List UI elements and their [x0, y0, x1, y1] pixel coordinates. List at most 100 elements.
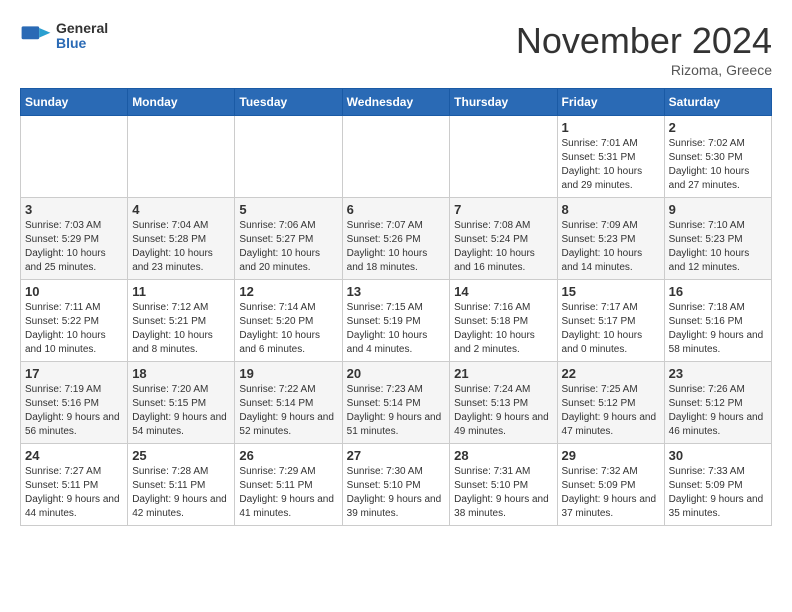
calendar-week-row: 3 Sunrise: 7:03 AM Sunset: 5:29 PM Daylig…: [21, 198, 772, 280]
logo-text: General Blue: [56, 21, 108, 52]
day-info: Sunrise: 7:26 AM Sunset: 5:12 PM Dayligh…: [669, 383, 767, 439]
weekday-header: Tuesday: [235, 89, 342, 116]
day-number: 19: [239, 366, 337, 381]
calendar-cell: 8 Sunrise: 7:09 AM Sunset: 5:23 PM Daylig…: [557, 198, 664, 280]
weekday-header: Thursday: [450, 89, 557, 116]
day-info: Sunrise: 7:06 AM Sunset: 5:27 PM Dayligh…: [239, 219, 337, 275]
day-number: 14: [454, 284, 552, 299]
logo-blue: Blue: [56, 36, 108, 51]
day-number: 22: [562, 366, 660, 381]
calendar-cell: 16 Sunrise: 7:18 AM Sunset: 5:16 PM Dayli…: [664, 280, 771, 362]
month-title: November 2024: [516, 20, 772, 62]
calendar-week-row: 17 Sunrise: 7:19 AM Sunset: 5:16 PM Dayli…: [21, 362, 772, 444]
day-info: Sunrise: 7:12 AM Sunset: 5:21 PM Dayligh…: [132, 301, 230, 357]
calendar-cell: 14 Sunrise: 7:16 AM Sunset: 5:18 PM Dayli…: [450, 280, 557, 362]
weekday-header: Sunday: [21, 89, 128, 116]
calendar-cell: [21, 116, 128, 198]
calendar-cell: 22 Sunrise: 7:25 AM Sunset: 5:12 PM Dayli…: [557, 362, 664, 444]
weekday-header: Friday: [557, 89, 664, 116]
calendar-cell: 20 Sunrise: 7:23 AM Sunset: 5:14 PM Dayli…: [342, 362, 450, 444]
day-number: 17: [25, 366, 123, 381]
calendar-cell: 23 Sunrise: 7:26 AM Sunset: 5:12 PM Dayli…: [664, 362, 771, 444]
calendar-cell: 6 Sunrise: 7:07 AM Sunset: 5:26 PM Daylig…: [342, 198, 450, 280]
day-info: Sunrise: 7:30 AM Sunset: 5:10 PM Dayligh…: [347, 465, 446, 521]
day-info: Sunrise: 7:14 AM Sunset: 5:20 PM Dayligh…: [239, 301, 337, 357]
day-number: 2: [669, 120, 767, 135]
logo-icon: [20, 20, 52, 52]
calendar-week-row: 10 Sunrise: 7:11 AM Sunset: 5:22 PM Dayli…: [21, 280, 772, 362]
calendar-cell: 13 Sunrise: 7:15 AM Sunset: 5:19 PM Dayli…: [342, 280, 450, 362]
day-info: Sunrise: 7:28 AM Sunset: 5:11 PM Dayligh…: [132, 465, 230, 521]
day-info: Sunrise: 7:27 AM Sunset: 5:11 PM Dayligh…: [25, 465, 123, 521]
calendar-week-row: 1 Sunrise: 7:01 AM Sunset: 5:31 PM Daylig…: [21, 116, 772, 198]
calendar-cell: 3 Sunrise: 7:03 AM Sunset: 5:29 PM Daylig…: [21, 198, 128, 280]
day-number: 3: [25, 202, 123, 217]
day-info: Sunrise: 7:18 AM Sunset: 5:16 PM Dayligh…: [669, 301, 767, 357]
day-number: 10: [25, 284, 123, 299]
day-info: Sunrise: 7:03 AM Sunset: 5:29 PM Dayligh…: [25, 219, 123, 275]
day-number: 18: [132, 366, 230, 381]
day-number: 8: [562, 202, 660, 217]
calendar-cell: 17 Sunrise: 7:19 AM Sunset: 5:16 PM Dayli…: [21, 362, 128, 444]
day-number: 25: [132, 448, 230, 463]
calendar-cell: 26Sunrise: 7:29 AM Sunset: 5:11 PM Dayli…: [235, 444, 342, 526]
day-info: Sunrise: 7:16 AM Sunset: 5:18 PM Dayligh…: [454, 301, 552, 357]
calendar-cell: 28Sunrise: 7:31 AM Sunset: 5:10 PM Dayli…: [450, 444, 557, 526]
day-number: 15: [562, 284, 660, 299]
weekday-header: Monday: [128, 89, 235, 116]
calendar-cell: 1 Sunrise: 7:01 AM Sunset: 5:31 PM Daylig…: [557, 116, 664, 198]
day-info: Sunrise: 7:07 AM Sunset: 5:26 PM Dayligh…: [347, 219, 446, 275]
day-info: Sunrise: 7:25 AM Sunset: 5:12 PM Dayligh…: [562, 383, 660, 439]
calendar-cell: 19 Sunrise: 7:22 AM Sunset: 5:14 PM Dayli…: [235, 362, 342, 444]
day-info: Sunrise: 7:22 AM Sunset: 5:14 PM Dayligh…: [239, 383, 337, 439]
day-info: Sunrise: 7:32 AM Sunset: 5:09 PM Dayligh…: [562, 465, 660, 521]
calendar-cell: 4 Sunrise: 7:04 AM Sunset: 5:28 PM Daylig…: [128, 198, 235, 280]
calendar-cell: 7Sunrise: 7:08 AM Sunset: 5:24 PM Daylig…: [450, 198, 557, 280]
calendar-cell: 21Sunrise: 7:24 AM Sunset: 5:13 PM Dayli…: [450, 362, 557, 444]
calendar-cell: [450, 116, 557, 198]
calendar-cell: 25 Sunrise: 7:28 AM Sunset: 5:11 PM Dayli…: [128, 444, 235, 526]
calendar-cell: 18 Sunrise: 7:20 AM Sunset: 5:15 PM Dayli…: [128, 362, 235, 444]
day-info: Sunrise: 7:24 AM Sunset: 5:13 PM Dayligh…: [454, 383, 552, 439]
calendar-cell: 30 Sunrise: 7:33 AM Sunset: 5:09 PM Dayli…: [664, 444, 771, 526]
calendar-cell: 10 Sunrise: 7:11 AM Sunset: 5:22 PM Dayli…: [21, 280, 128, 362]
location: Rizoma, Greece: [516, 62, 772, 78]
day-info: Sunrise: 7:23 AM Sunset: 5:14 PM Dayligh…: [347, 383, 446, 439]
logo: General Blue: [20, 20, 108, 52]
day-number: 12: [239, 284, 337, 299]
logo-general: General: [56, 21, 108, 36]
day-info: Sunrise: 7:20 AM Sunset: 5:15 PM Dayligh…: [132, 383, 230, 439]
calendar-cell: 12 Sunrise: 7:14 AM Sunset: 5:20 PM Dayli…: [235, 280, 342, 362]
day-info: Sunrise: 7:31 AM Sunset: 5:10 PM Dayligh…: [454, 465, 552, 521]
weekday-header-row: SundayMondayTuesdayWednesdayThursdayFrid…: [21, 89, 772, 116]
day-number: 7: [454, 202, 552, 217]
calendar-cell: 27Sunrise: 7:30 AM Sunset: 5:10 PM Dayli…: [342, 444, 450, 526]
calendar-cell: [128, 116, 235, 198]
day-number: 11: [132, 284, 230, 299]
day-info: Sunrise: 7:11 AM Sunset: 5:22 PM Dayligh…: [25, 301, 123, 357]
day-number: 4: [132, 202, 230, 217]
day-number: 1: [562, 120, 660, 135]
day-info: Sunrise: 7:09 AM Sunset: 5:23 PM Dayligh…: [562, 219, 660, 275]
calendar-cell: [342, 116, 450, 198]
calendar-cell: 15 Sunrise: 7:17 AM Sunset: 5:17 PM Dayli…: [557, 280, 664, 362]
day-info: Sunrise: 7:15 AM Sunset: 5:19 PM Dayligh…: [347, 301, 446, 357]
calendar-table: SundayMondayTuesdayWednesdayThursdayFrid…: [20, 88, 772, 526]
day-info: Sunrise: 7:19 AM Sunset: 5:16 PM Dayligh…: [25, 383, 123, 439]
title-block: November 2024 Rizoma, Greece: [516, 20, 772, 78]
day-number: 29: [562, 448, 660, 463]
day-info: Sunrise: 7:33 AM Sunset: 5:09 PM Dayligh…: [669, 465, 767, 521]
day-number: 6: [347, 202, 446, 217]
day-number: 20: [347, 366, 446, 381]
calendar-cell: 29 Sunrise: 7:32 AM Sunset: 5:09 PM Dayli…: [557, 444, 664, 526]
day-info: Sunrise: 7:04 AM Sunset: 5:28 PM Dayligh…: [132, 219, 230, 275]
day-number: 9: [669, 202, 767, 217]
weekday-header: Wednesday: [342, 89, 450, 116]
day-info: Sunrise: 7:01 AM Sunset: 5:31 PM Dayligh…: [562, 137, 660, 193]
day-number: 16: [669, 284, 767, 299]
day-info: Sunrise: 7:17 AM Sunset: 5:17 PM Dayligh…: [562, 301, 660, 357]
calendar-week-row: 24Sunrise: 7:27 AM Sunset: 5:11 PM Dayli…: [21, 444, 772, 526]
day-number: 23: [669, 366, 767, 381]
day-number: 13: [347, 284, 446, 299]
day-number: 30: [669, 448, 767, 463]
